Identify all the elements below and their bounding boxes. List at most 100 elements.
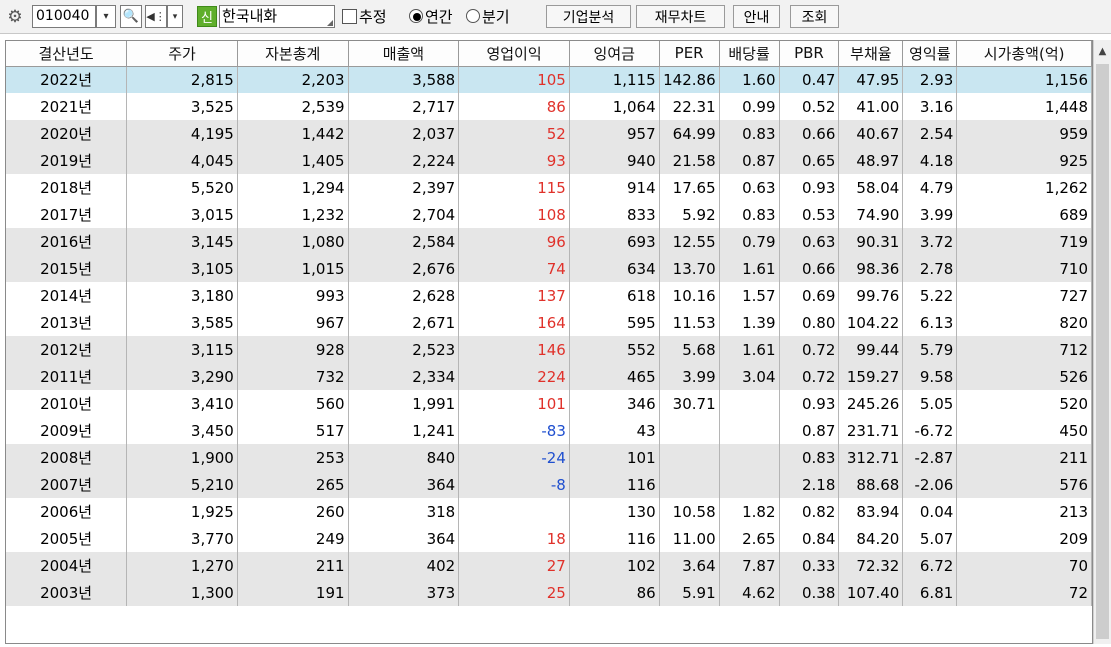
table-cell: 2,523 xyxy=(348,336,460,363)
table-row[interactable]: 2005년 3,770 249 364 18 116 11.00 2.65 0.84 84.20 5… xyxy=(6,525,1092,552)
table-cell: 0.82 xyxy=(779,498,840,525)
column-header[interactable]: 결산년도 xyxy=(6,41,128,67)
new-badge: 신 xyxy=(197,6,217,27)
table-cell: 0.84 xyxy=(779,525,840,552)
table-row[interactable]: 2008년 1,900 253 840 -24 101 0.83 312.71 -2.87 211 xyxy=(6,444,1092,471)
table-row[interactable]: 2013년 3,585 967 2,671 164 595 11.53 1.39 0.80 104… xyxy=(6,309,1092,336)
table-cell: 928 xyxy=(237,336,349,363)
table-row[interactable]: 2011년 3,290 732 2,334 224 465 3.99 3.04 0.72 159.… xyxy=(6,363,1092,390)
table-cell: 115 xyxy=(458,174,570,201)
table-cell: 2,704 xyxy=(348,201,460,228)
table-cell: 260 xyxy=(237,498,349,525)
table-row[interactable]: 2015년 3,105 1,015 2,676 74 634 13.70 1.61 0.66 98… xyxy=(6,255,1092,282)
table-cell: 2008년 xyxy=(6,444,128,471)
table-cell: 2,628 xyxy=(348,282,460,309)
table-cell: 402 xyxy=(348,552,460,579)
table-row[interactable]: 2016년 3,145 1,080 2,584 96 693 12.55 0.79 0.63 90… xyxy=(6,228,1092,255)
table-cell: 2,334 xyxy=(348,363,460,390)
speaker-icon[interactable]: ◀⋮ xyxy=(145,5,167,28)
vertical-scrollbar[interactable]: ▲ xyxy=(1093,40,1111,644)
table-row[interactable]: 2012년 3,115 928 2,523 146 552 5.68 1.61 0.72 99.4… xyxy=(6,336,1092,363)
table-row[interactable]: 2003년 1,300 191 373 25 86 5.91 4.62 0.38 107.40 6.… xyxy=(6,579,1092,606)
table-cell: 2.93 xyxy=(902,66,958,93)
company-name-field[interactable]: 한국내화 xyxy=(219,5,335,28)
table-row[interactable]: 2014년 3,180 993 2,628 137 618 10.16 1.57 0.69 99.… xyxy=(6,282,1092,309)
table-cell: 5.92 xyxy=(659,201,720,228)
table-cell: 209 xyxy=(956,525,1092,552)
table-cell: 130 xyxy=(569,498,660,525)
table-cell: 710 xyxy=(956,255,1092,282)
column-header[interactable]: 부채율 xyxy=(838,41,904,67)
table-cell: 74.90 xyxy=(838,201,904,228)
table-cell: 0.83 xyxy=(719,120,780,147)
resize-grip-icon xyxy=(327,20,333,26)
table-row[interactable]: 2006년 1,925 260 318 130 10.58 1.82 0.82 83.94 0.0… xyxy=(6,498,1092,525)
column-header[interactable]: 영익률 xyxy=(902,41,958,67)
table-row[interactable]: 2021년 3,525 2,539 2,717 86 1,064 22.31 0.99 0.52… xyxy=(6,93,1092,120)
table-cell: 560 xyxy=(237,390,349,417)
table-cell: -2.87 xyxy=(902,444,958,471)
table-cell: 0.83 xyxy=(779,444,840,471)
table-row[interactable]: 2018년 5,520 1,294 2,397 115 914 17.65 0.63 0.93 5… xyxy=(6,174,1092,201)
table-cell: 2019년 xyxy=(6,147,128,174)
guide-button[interactable]: 안내 xyxy=(733,5,780,28)
column-header[interactable]: 자본총계 xyxy=(237,41,349,67)
table-cell: 364 xyxy=(348,471,460,498)
column-header[interactable]: PER xyxy=(659,41,720,67)
table-cell: 693 xyxy=(569,228,660,255)
column-header[interactable]: PBR xyxy=(779,41,840,67)
table-row[interactable]: 2004년 1,270 211 402 27 102 3.64 7.87 0.33 72.32 6.… xyxy=(6,552,1092,579)
quarter-label: 분기 xyxy=(482,8,510,26)
table-cell: 1.61 xyxy=(719,336,780,363)
table-cell: 2012년 xyxy=(6,336,128,363)
table-cell: 2,584 xyxy=(348,228,460,255)
column-header[interactable]: 시가총액(억) xyxy=(956,41,1092,67)
column-header[interactable]: 배당률 xyxy=(719,41,780,67)
table-cell: 2,037 xyxy=(348,120,460,147)
table-row[interactable]: 2007년 5,210 265 364 -8 116 2.18 88.68 -2.06 576 xyxy=(6,471,1092,498)
table-cell: 2.65 xyxy=(719,525,780,552)
gear-icon[interactable]: ⚙ xyxy=(4,6,26,28)
annual-radio[interactable] xyxy=(409,9,423,23)
table-cell: 41.00 xyxy=(838,93,904,120)
search-icon[interactable]: 🔍 xyxy=(120,5,142,28)
table-cell xyxy=(659,417,720,444)
query-button[interactable]: 조회 xyxy=(790,5,839,28)
stock-code-input[interactable]: 010040 xyxy=(32,5,96,28)
table-row[interactable]: 2019년 4,045 1,405 2,224 93 940 21.58 0.87 0.65 48… xyxy=(6,147,1092,174)
scroll-up-icon[interactable]: ▲ xyxy=(1094,40,1111,62)
quarter-radio[interactable] xyxy=(466,9,480,23)
table-row[interactable]: 2017년 3,015 1,232 2,704 108 833 5.92 0.83 0.53 74… xyxy=(6,201,1092,228)
table-cell: 86 xyxy=(569,579,660,606)
table-cell: 74 xyxy=(458,255,570,282)
table-cell: 925 xyxy=(956,147,1092,174)
estimate-checkbox[interactable] xyxy=(342,9,357,24)
column-header[interactable]: 주가 xyxy=(126,41,238,67)
table-cell: 164 xyxy=(458,309,570,336)
table-row[interactable]: 2020년 4,195 1,442 2,037 52 957 64.99 0.83 0.66 40… xyxy=(6,120,1092,147)
table-cell: 312.71 xyxy=(838,444,904,471)
table-cell: 6.81 xyxy=(902,579,958,606)
financial-grid[interactable]: 결산년도 주가 자본총계 매출액 영업이익 잉여금 PER 배당률 PBR 부채율 영익률 시가총액(… xyxy=(5,40,1093,644)
column-header[interactable]: 영업이익 xyxy=(458,41,570,67)
speaker-dropdown-icon[interactable]: ▾ xyxy=(167,5,183,28)
chevron-down-icon[interactable]: ▾ xyxy=(96,5,116,28)
table-cell xyxy=(719,417,780,444)
financial-chart-button[interactable]: 재무차트 xyxy=(636,5,725,28)
table-cell: 940 xyxy=(569,147,660,174)
column-header[interactable]: 매출액 xyxy=(348,41,460,67)
table-cell: 3,585 xyxy=(126,309,238,336)
scroll-thumb[interactable] xyxy=(1096,64,1109,639)
company-analysis-button[interactable]: 기업분석 xyxy=(546,5,631,28)
table-row[interactable]: 2009년 3,450 517 1,241 -83 43 0.87 231.71 -6.72 45… xyxy=(6,417,1092,444)
table-cell: 1,270 xyxy=(126,552,238,579)
table-cell: 72.32 xyxy=(838,552,904,579)
table-cell: 5,210 xyxy=(126,471,238,498)
table-cell: 3.64 xyxy=(659,552,720,579)
column-header[interactable]: 잉여금 xyxy=(569,41,660,67)
table-cell: 2014년 xyxy=(6,282,128,309)
table-cell: 0.63 xyxy=(779,228,840,255)
table-row[interactable]: 2010년 3,410 560 1,991 101 346 30.71 0.93 245.26 5… xyxy=(6,390,1092,417)
table-row[interactable]: 2022년 2,815 2,203 3,588 105 1,115 142.86 1.60 0.… xyxy=(6,66,1092,93)
table-cell: 618 xyxy=(569,282,660,309)
